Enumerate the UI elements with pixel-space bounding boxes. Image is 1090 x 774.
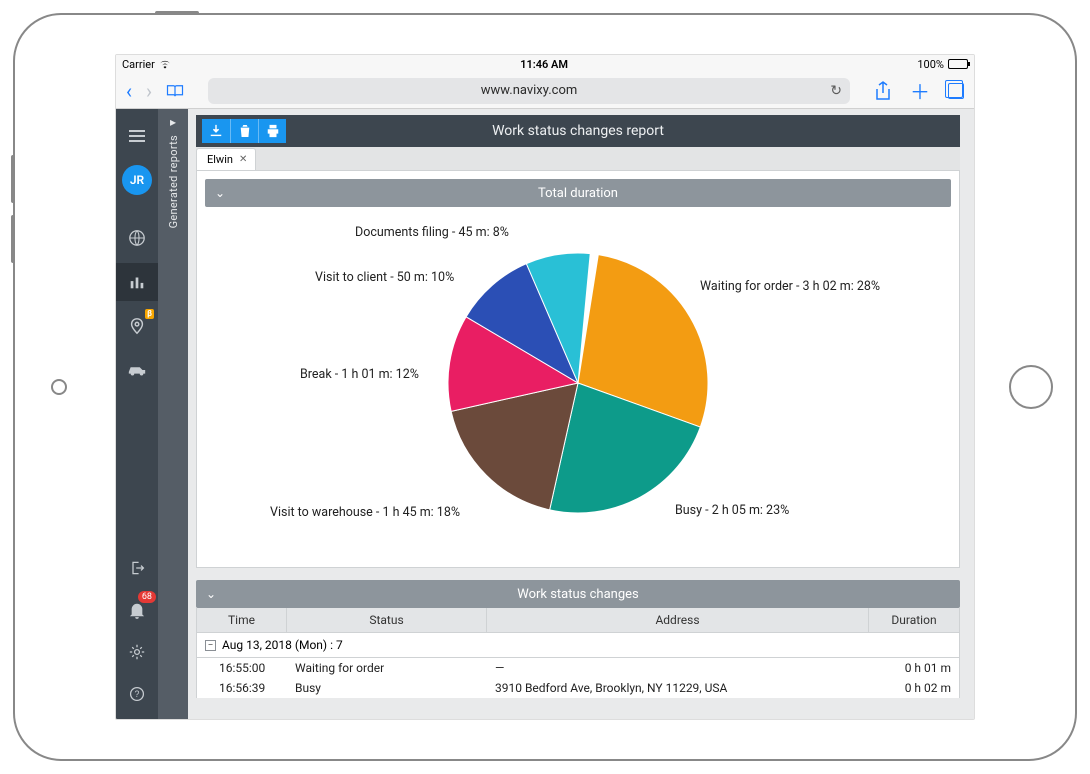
wifi-icon [159, 59, 171, 69]
notifications-icon[interactable]: 68 [116, 591, 158, 629]
reports-icon[interactable] [116, 263, 158, 301]
chart-label: Documents filing - 45 m: 8% [355, 225, 509, 240]
col-time: Time [197, 608, 287, 632]
reload-icon[interactable]: ↻ [830, 83, 842, 99]
globe-icon[interactable] [116, 219, 158, 257]
fleet-icon[interactable] [116, 351, 158, 389]
chevron-down-icon: ⌄ [215, 186, 225, 200]
forward-icon[interactable]: › [146, 79, 152, 103]
file-tab-label: Elwin [207, 153, 233, 166]
battery-pct: 100% [917, 58, 944, 71]
chart-label: Busy - 2 h 05 m: 23% [675, 503, 789, 518]
total-duration-header[interactable]: ⌄ Total duration [205, 179, 951, 207]
generated-reports-panel[interactable]: ▸ Generated reports [158, 109, 188, 719]
back-icon[interactable]: ‹ [126, 79, 132, 103]
table-header: Time Status Address Duration [196, 608, 960, 633]
col-status: Status [287, 608, 487, 632]
ios-statusbar: Carrier 11:46 AM 100% [116, 55, 974, 73]
main-column: Work status changes report Elwin ✕ ⌄ Tot… [188, 109, 974, 719]
status-changes-header[interactable]: ⌄ Work status changes [196, 580, 960, 608]
app-body: JR β [116, 109, 974, 719]
chart-label: Waiting for order - 3 h 02 m: 28% [700, 279, 880, 294]
help-icon[interactable]: ? [116, 675, 158, 713]
table-row: 16:55:00 Waiting for order — 0 h 01 m [196, 658, 960, 678]
new-tab-icon[interactable]: ＋ [910, 76, 930, 105]
status-changes-title: Work status changes [517, 587, 638, 602]
chevron-right-icon: ▸ [170, 115, 176, 129]
chart-label: Visit to warehouse - 1 h 45 m: 18% [270, 505, 460, 520]
svg-text:?: ? [135, 689, 140, 699]
tablet-frame: Carrier 11:46 AM 100% ‹ › www.navixy.com… [13, 13, 1077, 761]
chart-label: Visit to client - 50 m: 10% [315, 270, 454, 285]
report-title: Work status changes report [196, 123, 960, 139]
chart-label: Break - 1 h 01 m: 12% [300, 367, 419, 382]
total-duration-panel: ⌄ Total duration Documents filing - 45 m… [196, 171, 960, 568]
generated-reports-label: Generated reports [167, 135, 180, 228]
total-duration-title: Total duration [538, 186, 618, 201]
clock-label: 11:46 AM [520, 58, 568, 71]
user-avatar[interactable]: JR [116, 161, 158, 199]
browser-toolbar: ‹ › www.navixy.com ↻ ＋ [116, 73, 974, 109]
app-sidebar: JR β [116, 109, 158, 719]
file-tabs: Elwin ✕ [196, 147, 960, 171]
group-label: Aug 13, 2018 (Mon) : 7 [222, 638, 343, 652]
col-address: Address [487, 608, 869, 632]
tag-icon[interactable]: β [116, 307, 158, 345]
table-row: 16:56:39 Busy 3910 Bedford Ave, Brooklyn… [196, 678, 960, 698]
carrier-label: Carrier [122, 58, 155, 71]
report-toolbar: Work status changes report [196, 115, 960, 147]
menu-icon[interactable] [116, 117, 158, 155]
col-duration: Duration [869, 608, 959, 632]
pie-chart: Documents filing - 45 m: 8% Visit to cli… [205, 207, 951, 559]
settings-icon[interactable] [116, 633, 158, 671]
battery-icon [948, 59, 968, 69]
address-bar-text: www.navixy.com [481, 83, 578, 98]
file-tab-elwin[interactable]: Elwin ✕ [196, 148, 256, 170]
device-screen: Carrier 11:46 AM 100% ‹ › www.navixy.com… [115, 54, 975, 720]
collapse-icon[interactable]: − [205, 640, 216, 651]
close-icon[interactable]: ✕ [239, 154, 247, 165]
share-icon[interactable] [874, 81, 892, 101]
address-bar[interactable]: www.navixy.com ↻ [208, 78, 850, 104]
chevron-down-icon: ⌄ [206, 587, 216, 601]
table-group-row[interactable]: − Aug 13, 2018 (Mon) : 7 [196, 633, 960, 658]
status-changes-panel: ⌄ Work status changes Time Status Addres… [196, 580, 960, 698]
tabs-icon[interactable] [948, 83, 964, 99]
logout-icon[interactable] [116, 549, 158, 587]
bookmarks-icon[interactable] [166, 84, 184, 98]
